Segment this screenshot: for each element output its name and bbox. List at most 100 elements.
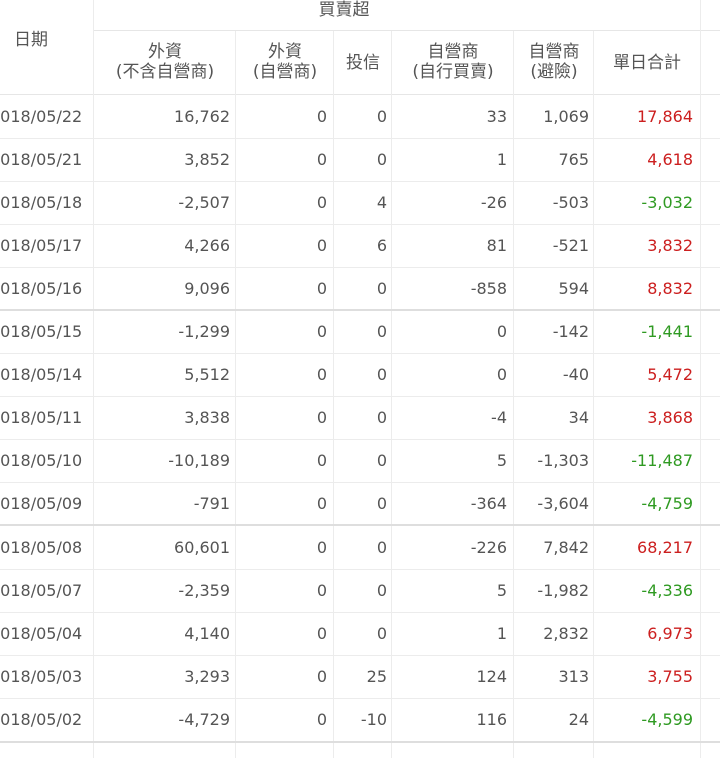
cell-foreign-dealer: 0 <box>316 365 327 384</box>
cell-trust: 0 <box>376 322 387 341</box>
table-row[interactable]: 2018/05/07 -2,359 0 0 5 -1,982 -4,336 <box>0 569 720 612</box>
cell-dealer-self: 116 <box>476 710 507 729</box>
cell-date: 2018/05/10 <box>0 451 83 470</box>
header-col-dealer-self-line1: 自營商 <box>427 42 479 62</box>
cell-dealer-self: -4 <box>491 408 507 427</box>
cell-date: 2018/05/09 <box>0 494 83 513</box>
cell-trust: 0 <box>376 150 387 169</box>
cell-foreign: -791 <box>193 494 230 513</box>
cell-date: 2018/05/11 <box>0 408 83 427</box>
cell-dealer-hedge: 765 <box>558 150 589 169</box>
table-row[interactable]: 2018/05/14 5,512 0 0 0 -40 5,472 <box>0 353 720 396</box>
cell-trust: 4 <box>376 193 387 212</box>
table-row[interactable]: 2018/05/03 3,293 0 25 124 313 3,755 <box>0 655 720 698</box>
cell-foreign-dealer: 0 <box>316 193 327 212</box>
cell-foreign: 60,601 <box>174 538 230 557</box>
cell-dealer-self: 1 <box>496 150 507 169</box>
cell-dealer-self: 0 <box>496 322 507 341</box>
table-row[interactable]: 2018/05/11 3,838 0 0 -4 34 3,868 <box>0 396 720 439</box>
table-row[interactable]: 2018/05/18 -2,507 0 4 -26 -503 -3,032 <box>0 181 720 224</box>
cell-trust: 0 <box>376 107 387 126</box>
cell-dealer-hedge: 7,842 <box>543 538 589 557</box>
cell-dealer-self: 5 <box>496 451 507 470</box>
cell-date: 2018/05/03 <box>0 667 83 686</box>
cell-foreign-dealer: 0 <box>316 279 327 298</box>
cell-date: 2018/05/02 <box>0 710 83 729</box>
cell-foreign-dealer: 0 <box>316 494 327 513</box>
cell-trust: 0 <box>376 624 387 643</box>
cell-trust: 0 <box>376 538 387 557</box>
cell-foreign-dealer: 0 <box>316 667 327 686</box>
cell-dealer-self: -226 <box>470 538 507 557</box>
cell-dealer-hedge: -503 <box>552 193 589 212</box>
table-row[interactable]: 2018/05/10 -10,189 0 0 5 -1,303 -11,487 <box>0 439 720 482</box>
cell-daily-total: 6,973 <box>647 624 693 643</box>
cell-foreign-dealer: 0 <box>316 322 327 341</box>
header-col-daily-total-line1: 單日合計 <box>613 53 681 73</box>
cell-foreign: -1,299 <box>178 322 230 341</box>
cell-daily-total: 17,864 <box>637 107 693 126</box>
cell-dealer-hedge: 2,832 <box>543 624 589 643</box>
cell-date: 2018/05/21 <box>0 150 83 169</box>
cell-daily-total: 4,618 <box>647 150 693 169</box>
cell-date: 2018/05/04 <box>0 624 83 643</box>
header-col-foreign-dealer-line2: (自營商) <box>252 62 318 82</box>
table-row[interactable]: 2018/05/16 9,096 0 0 -858 594 8,832 <box>0 267 720 310</box>
cell-date: 2018/05/14 <box>0 365 83 384</box>
cell-dealer-hedge: -3,604 <box>537 494 589 513</box>
cell-date: 2018/05/07 <box>0 581 83 600</box>
table-row[interactable]: 2018/05/02 -4,729 0 -10 116 24 -4,599 <box>0 698 720 741</box>
cell-dealer-hedge: 313 <box>558 667 589 686</box>
cell-dealer-hedge: 34 <box>568 408 589 427</box>
cell-dealer-hedge: -40 <box>562 365 589 384</box>
cell-trust: 0 <box>376 279 387 298</box>
table-row[interactable]: 2018/05/22 16,762 0 0 33 1,069 17,864 <box>0 95 720 138</box>
cell-daily-total: -3,032 <box>641 193 693 212</box>
cell-foreign: 3,838 <box>184 408 230 427</box>
cell-foreign: -10,189 <box>168 451 230 470</box>
header-col-dealer-self: 自營商 (自行買賣) <box>392 42 514 82</box>
cell-daily-total: -4,759 <box>641 494 693 513</box>
table-row[interactable]: 2018/05/09 -791 0 0 -364 -3,604 -4,759 <box>0 482 720 525</box>
cell-dealer-hedge: -142 <box>552 322 589 341</box>
cell-foreign: 3,852 <box>184 150 230 169</box>
table-row[interactable]: 2018/05/15 -1,299 0 0 0 -142 -1,441 <box>0 310 720 353</box>
cell-dealer-hedge: 24 <box>568 710 589 729</box>
cell-daily-total: -1,441 <box>641 322 693 341</box>
header-date: 日期 <box>14 30 48 50</box>
table-row[interactable]: 2018/05/04 4,140 0 0 1 2,832 6,973 <box>0 612 720 655</box>
header-col-trust-line1: 投信 <box>346 53 380 73</box>
week-separator <box>0 741 720 743</box>
cell-dealer-self: -858 <box>470 279 507 298</box>
cell-foreign: 16,762 <box>174 107 230 126</box>
cell-dealer-self: 0 <box>496 365 507 384</box>
cell-foreign: 4,140 <box>184 624 230 643</box>
cell-daily-total: -4,599 <box>641 710 693 729</box>
cell-daily-total: -11,487 <box>631 451 693 470</box>
cell-daily-total: 68,217 <box>637 538 693 557</box>
cell-foreign: 4,266 <box>184 236 230 255</box>
header-col-foreign: 外資 (不含自營商) <box>94 42 236 82</box>
cell-foreign-dealer: 0 <box>316 150 327 169</box>
cell-foreign-dealer: 0 <box>316 624 327 643</box>
cell-dealer-self: -364 <box>470 494 507 513</box>
cell-foreign-dealer: 0 <box>316 236 327 255</box>
header-col-dealer-hedge: 自營商 (避險) <box>514 42 594 82</box>
cell-foreign-dealer: 0 <box>316 451 327 470</box>
cell-daily-total: 8,832 <box>647 279 693 298</box>
header-col-daily-total: 單日合計 <box>594 53 700 73</box>
header-group-buy-sell: 買賣超 <box>94 0 594 20</box>
cell-dealer-self: 81 <box>486 236 507 255</box>
cell-foreign-dealer: 0 <box>316 107 327 126</box>
cell-foreign: -2,507 <box>178 193 230 212</box>
cell-dealer-hedge: -521 <box>552 236 589 255</box>
cell-trust: 0 <box>376 408 387 427</box>
cell-trust: 0 <box>376 494 387 513</box>
table-row[interactable]: 2018/05/21 3,852 0 0 1 765 4,618 <box>0 138 720 181</box>
table-row[interactable]: 2018/05/17 4,266 0 6 81 -521 3,832 <box>0 224 720 267</box>
cell-dealer-self: 124 <box>476 667 507 686</box>
cell-foreign-dealer: 0 <box>316 581 327 600</box>
cell-daily-total: 5,472 <box>647 365 693 384</box>
table-row[interactable]: 2018/05/08 60,601 0 0 -226 7,842 68,217 <box>0 526 720 569</box>
header-col-dealer-hedge-line2: (避險) <box>530 62 578 82</box>
